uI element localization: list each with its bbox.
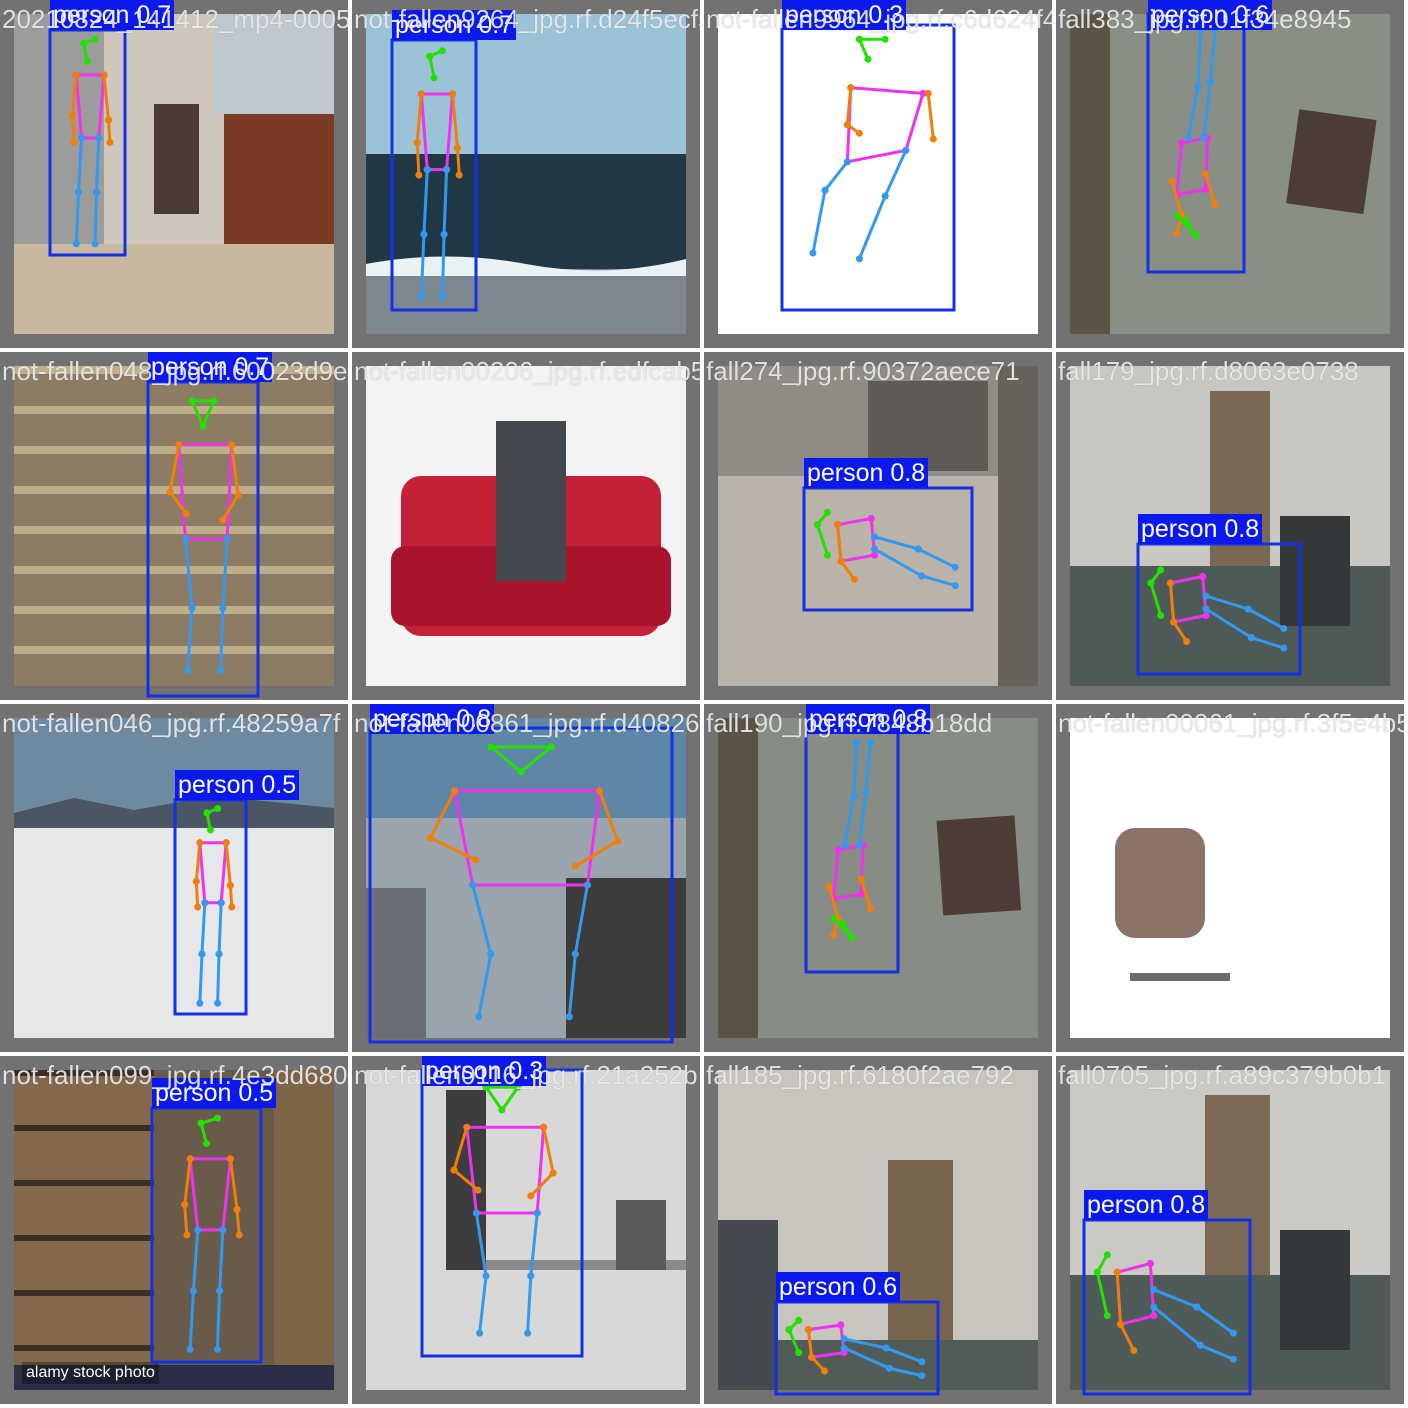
- scene-office: [718, 366, 1038, 686]
- tile-photo: [366, 1070, 686, 1390]
- mosaic-tile: person 0.5 not-fallen046_jpg.rf.48259a7f: [0, 704, 348, 1052]
- mosaic-tile: person 0.3 not-fallen0116_jpg.rf.21a252b: [352, 1056, 700, 1404]
- mosaic-tile: person 0.8 fall179_jpg.rf.d8063e0738: [1056, 352, 1404, 700]
- mosaic-tile: not-fallen00206_jpg.rf.edfcab5b4b27: [352, 352, 700, 700]
- scene-room2: [718, 1070, 1038, 1390]
- detection-label: person 0.6: [1148, 0, 1273, 30]
- mosaic-tile: person 0.3 not-fallen9964_jpg.rf.c6d624f4…: [704, 0, 1052, 348]
- tile-photo: [14, 366, 334, 686]
- scene-white: [718, 14, 1038, 334]
- detection-label: person 0.8: [370, 704, 495, 734]
- detection-label: person 0.8: [1138, 514, 1263, 544]
- tile-photo: [1070, 1070, 1390, 1390]
- tile-photo: [14, 14, 334, 334]
- tile-photo: [366, 718, 686, 1038]
- detection-label: person 0.8: [804, 458, 929, 488]
- detection-label: person 0.5: [175, 770, 300, 800]
- detection-mosaic: person 0.720210824_141412_mp4-0005_jpg.r…: [0, 0, 1408, 1408]
- detection-label: person 0.8: [806, 704, 931, 734]
- scene-stairs: [14, 366, 334, 686]
- tile-photo: [366, 366, 686, 686]
- scene-snow: [14, 718, 334, 1038]
- mosaic-tile: person 0.6 fall383_jpg.rf.01f34e8945: [1056, 0, 1404, 348]
- mosaic-tile: person 0.720210824_141412_mp4-0005_jpg.r…: [0, 0, 348, 348]
- mosaic-tile: alamy stock photo person 0.5 not-fallen099…: [0, 1056, 348, 1404]
- detection-label: person 0.6: [776, 1272, 901, 1302]
- tile-photo: [14, 718, 334, 1038]
- tile-photo: alamy stock photo: [14, 1070, 334, 1390]
- detection-label: person 0.3: [422, 1056, 547, 1086]
- tile-photo: [1070, 14, 1390, 334]
- tile-photo: [718, 718, 1038, 1038]
- mosaic-tile: person 0.8 fall0705_jpg.rf.a89c379b0b1: [1056, 1056, 1404, 1404]
- detection-label: person 0.7: [148, 352, 273, 382]
- mosaic-tile: person 0.7 not-fallen9264_jpg.rf.d24f5ecf…: [352, 0, 700, 348]
- mosaic-tile: person 0.8 fall190_jpg.rf.7848b18dd: [704, 704, 1052, 1052]
- stock-watermark: alamy stock photo: [22, 1362, 159, 1384]
- mosaic-tile: not-fallen00061_jpg.rf.3f5e4b5: [1056, 704, 1404, 1052]
- mosaic-tile: person 0.8 not-fallen00861_jpg.rf.d40826a…: [352, 704, 700, 1052]
- mosaic-tile: person 0.7 not-fallen048_jpg.rf.60023d9e7: [0, 352, 348, 700]
- scene-kitchen: [14, 14, 334, 334]
- tile-photo: [718, 14, 1038, 334]
- scene-terrace: [366, 718, 686, 1038]
- scene-carpet2: [718, 718, 1038, 1038]
- scene-carpet: [1070, 14, 1390, 334]
- mosaic-tile: person 0.6 fall185_jpg.rf.6180f2ae792: [704, 1056, 1052, 1404]
- mosaic-tile: person 0.8 fall274_jpg.rf.90372aece71: [704, 352, 1052, 700]
- scene-library: [14, 1070, 334, 1390]
- scene-chair: [1070, 718, 1390, 1038]
- tile-photo: [718, 1070, 1038, 1390]
- scene-sea: [366, 14, 686, 334]
- detection-label: person 0.8: [1084, 1190, 1209, 1220]
- detection-label: person 0.3: [782, 0, 907, 30]
- detection-label: person 0.7: [50, 0, 175, 30]
- scene-sofa: [366, 366, 686, 686]
- tile-photo: [366, 14, 686, 334]
- scene-desk: [366, 1070, 686, 1390]
- tile-photo: [718, 366, 1038, 686]
- detection-label: person 0.7: [392, 10, 517, 40]
- tile-photo: [1070, 718, 1390, 1038]
- scene-room3: [1070, 1070, 1390, 1390]
- detection-label: person 0.5: [152, 1078, 277, 1108]
